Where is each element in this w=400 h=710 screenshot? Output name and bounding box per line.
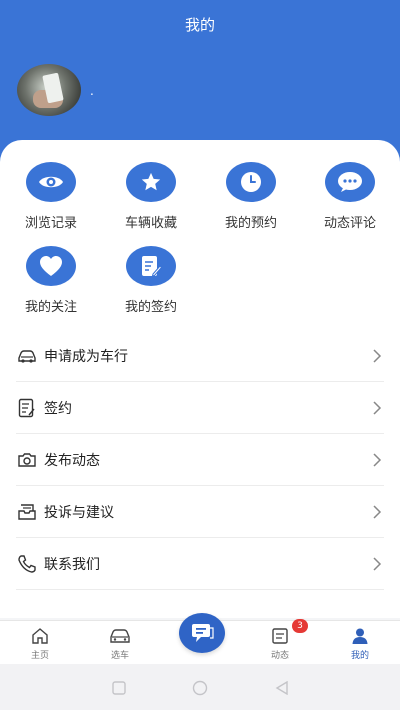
grid-item-post-comments[interactable]: 动态评论 (310, 162, 390, 231)
tab-label: 动态 (270, 651, 289, 661)
grid-label: 我的签约 (124, 300, 177, 315)
chat-icon (192, 624, 214, 642)
tab-label: 选车 (110, 651, 129, 661)
menu-label: 投诉与建议 (44, 504, 114, 521)
menu-label: 签约 (44, 400, 72, 417)
notification-badge: 3 (292, 619, 308, 633)
chevron-right-icon (373, 348, 382, 363)
avatar[interactable] (17, 64, 81, 116)
grid-item-browse-history[interactable]: 浏览记录 (11, 162, 91, 231)
back-triangle-icon[interactable] (273, 679, 291, 697)
grid-item-car-favorites[interactable]: 车辆收藏 (111, 162, 191, 231)
heart-icon (26, 246, 76, 286)
contract-icon (16, 397, 38, 419)
grid-item-my-follows[interactable]: 我的关注 (11, 246, 91, 315)
tab-label: 主页 (30, 651, 49, 661)
star-icon (126, 162, 176, 202)
camera-icon (16, 449, 38, 471)
grid-label: 浏览记录 (24, 216, 77, 231)
tab-home[interactable]: 主页 (10, 625, 70, 661)
menu-publish-post[interactable]: 发布动态 (16, 434, 384, 486)
menu-contract[interactable]: 签约 (16, 382, 384, 434)
message-center-button[interactable] (179, 613, 225, 653)
inbox-icon (16, 501, 38, 523)
system-navigation-bar (0, 664, 400, 710)
menu-label: 发布动态 (44, 452, 100, 469)
chevron-right-icon (373, 452, 382, 467)
home-icon (10, 625, 70, 647)
home-circle-icon[interactable] (191, 679, 209, 697)
menu-label: 联系我们 (44, 556, 100, 573)
eye-icon (26, 162, 76, 202)
menu-contact-us[interactable]: 联系我们 (16, 538, 384, 590)
grid-label: 动态评论 (323, 216, 376, 231)
document-edit-icon (126, 246, 176, 286)
clock-icon (226, 162, 276, 202)
car-icon (16, 345, 38, 367)
page-title: 我的 (184, 16, 215, 34)
comment-icon (325, 162, 375, 202)
grid-label: 车辆收藏 (124, 216, 177, 231)
chevron-right-icon (373, 400, 382, 415)
grid-item-my-contracts[interactable]: 我的签约 (111, 246, 191, 315)
tab-label: 我的 (350, 651, 369, 661)
grid-label: 我的关注 (24, 300, 77, 315)
menu-apply-dealer[interactable]: 申请成为车行 (16, 330, 384, 382)
chevron-right-icon (373, 556, 382, 571)
car-icon (90, 625, 150, 647)
grid-item-my-appointments[interactable]: 我的预约 (211, 162, 291, 231)
username: . (90, 84, 94, 98)
chevron-right-icon (373, 504, 382, 519)
tab-choose-car[interactable]: 选车 (90, 625, 150, 661)
menu-complaints-suggestions[interactable]: 投诉与建议 (16, 486, 384, 538)
tab-mine[interactable]: 我的 (330, 625, 390, 661)
recents-square-icon[interactable] (110, 679, 128, 697)
user-icon (330, 625, 390, 647)
menu-label: 申请成为车行 (44, 348, 128, 365)
grid-label: 我的预约 (224, 216, 277, 231)
phone-icon (16, 553, 38, 575)
